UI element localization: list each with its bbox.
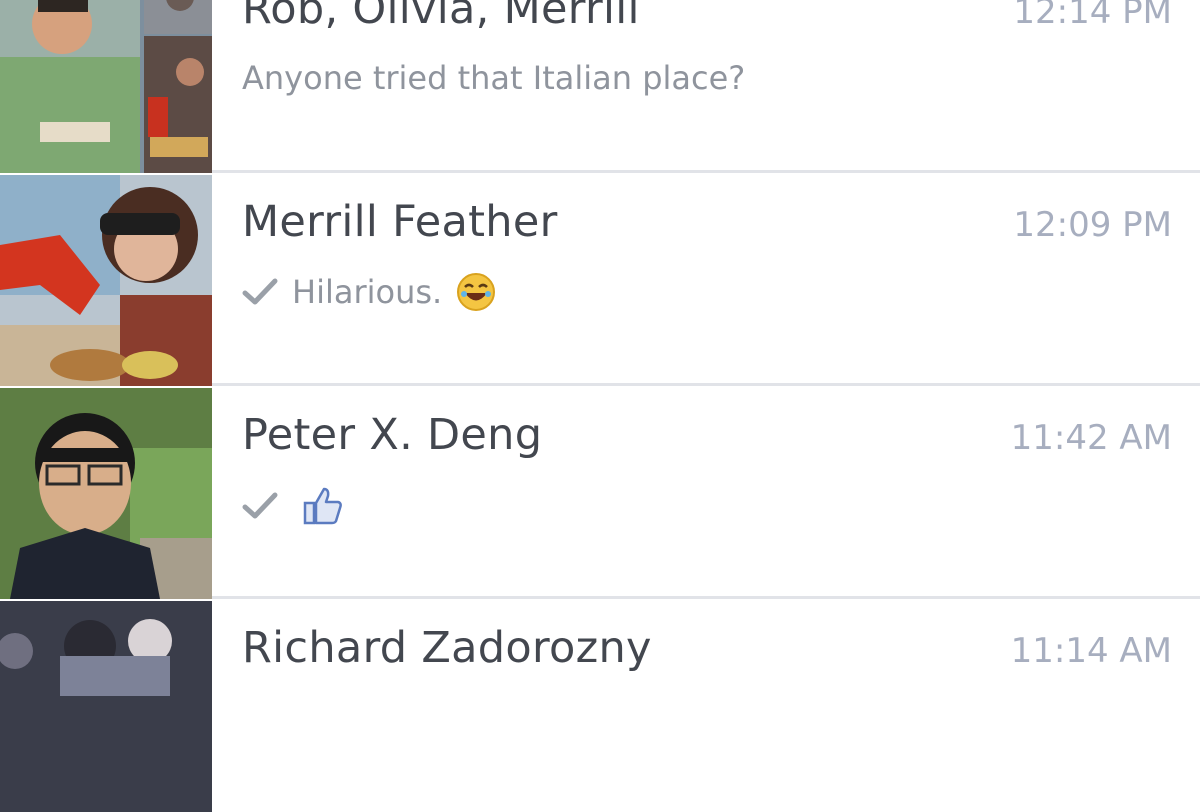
conversation-time: 11:42 AM	[1010, 418, 1172, 458]
conversation-time: 11:14 AM	[1010, 631, 1172, 671]
thumbs-up-icon	[303, 487, 342, 525]
message-preview-text: Anyone tried that Italian place?	[242, 59, 746, 97]
message-preview: Anyone tried that Italian place?	[242, 59, 745, 97]
photo-avatar	[0, 388, 212, 599]
photo-avatar	[0, 175, 212, 386]
conversation-name: Rob, Olivia, Merrill	[242, 0, 640, 34]
conversation-name: Merrill Feather	[242, 197, 558, 247]
conversation-list: Rob, Olivia, Merrill 12:14 PM Anyone tri…	[0, 0, 1200, 812]
conversation-time: 12:09 PM	[1013, 205, 1172, 245]
group-photo-avatar	[0, 0, 212, 173]
laughing-emoji-icon	[457, 273, 496, 311]
conversation-row[interactable]: Richard Zadorozny 11:14 AM	[0, 601, 1200, 812]
message-preview	[242, 485, 344, 527]
check-icon	[242, 492, 278, 519]
conversation-row[interactable]: Rob, Olivia, Merrill 12:14 PM Anyone tri…	[0, 0, 1200, 173]
message-preview: Hilarious.	[242, 272, 496, 312]
conversation-time: 12:14 PM	[1013, 0, 1172, 32]
message-preview-text: Hilarious.	[292, 273, 443, 311]
photo-avatar	[0, 601, 212, 812]
conversation-row[interactable]: Merrill Feather 12:09 PM Hilarious.	[0, 175, 1200, 386]
conversation-row[interactable]: Peter X. Deng 11:42 AM	[0, 388, 1200, 599]
check-icon	[242, 278, 278, 305]
conversation-name: Peter X. Deng	[242, 410, 543, 460]
conversation-name: Richard Zadorozny	[242, 623, 652, 673]
